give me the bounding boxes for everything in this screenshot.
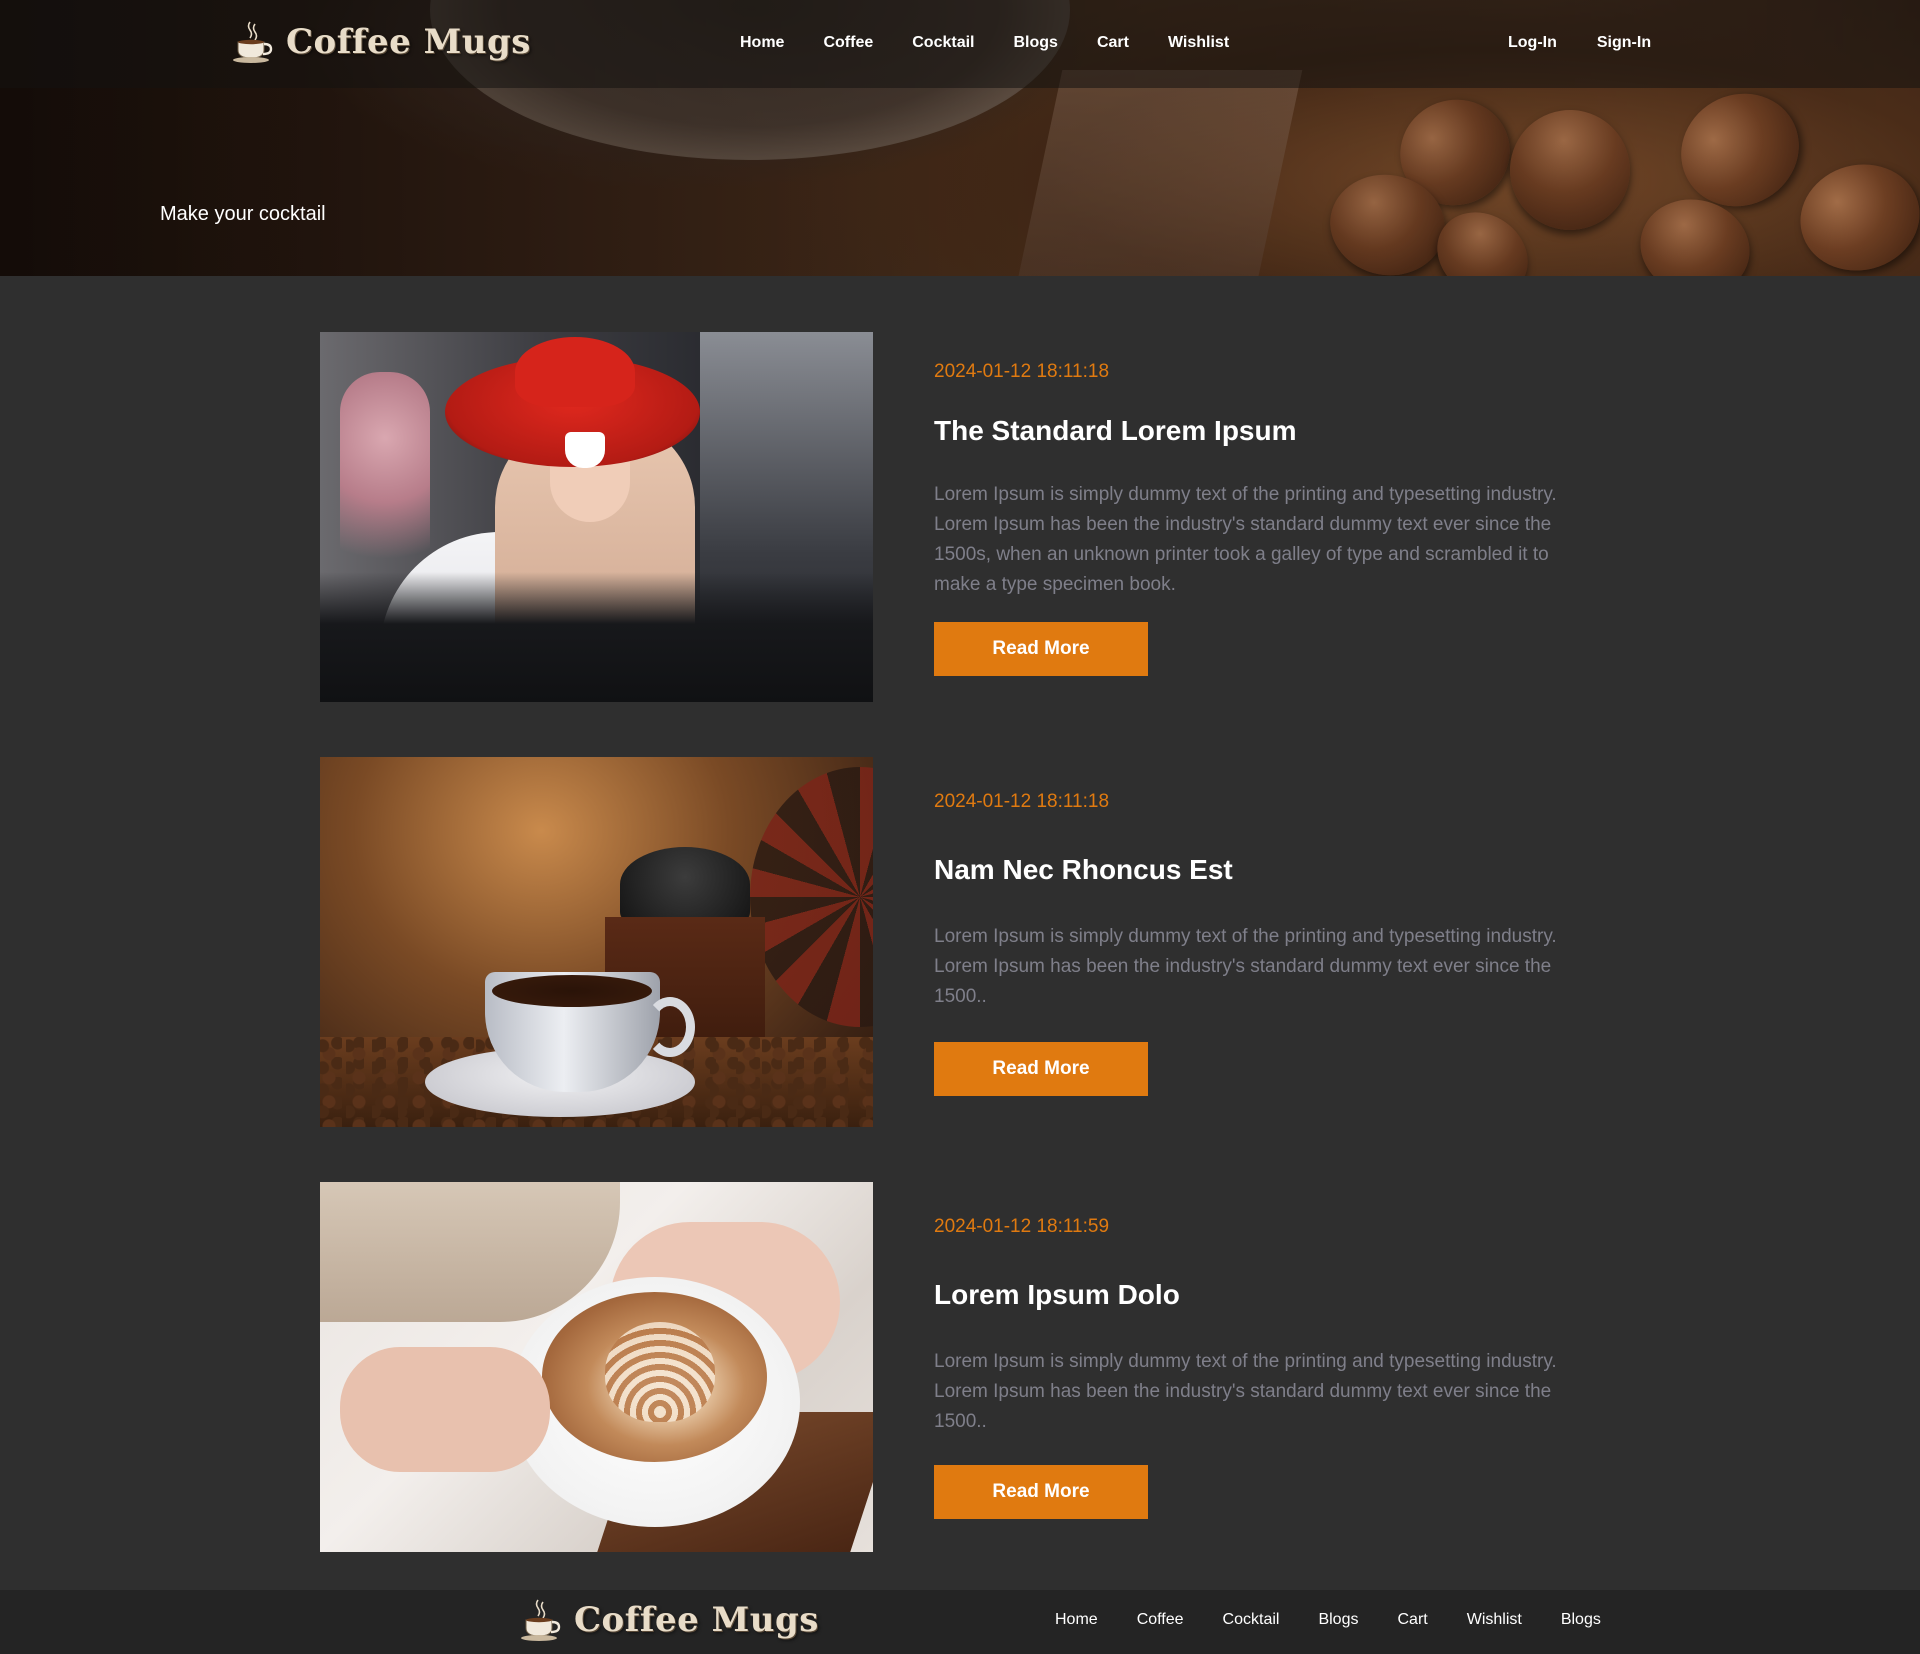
coffee-cup-icon (233, 21, 273, 63)
footer-link-blogs[interactable]: Blogs (1318, 1611, 1358, 1629)
post-image-woman-drinking-coffee[interactable] (320, 332, 873, 702)
read-more-button[interactable]: Read More (934, 1042, 1148, 1096)
read-more-button[interactable]: Read More (934, 622, 1148, 676)
blog-post: 2024-01-12 18:11:18 Nam Nec Rhoncus Est … (320, 757, 1600, 1127)
post-date: 2024-01-12 18:11:18 (934, 791, 1110, 812)
blog-post: 2024-01-12 18:11:18 The Standard Lorem I… (320, 332, 1600, 702)
nav-cocktail[interactable]: Cocktail (912, 34, 974, 52)
post-excerpt: Lorem Ipsum is simply dummy text of the … (934, 1351, 1557, 1432)
footer-link-blogs-2[interactable]: Blogs (1561, 1611, 1601, 1629)
footer-link-cocktail[interactable]: Cocktail (1223, 1611, 1280, 1629)
footer-link-home[interactable]: Home (1055, 1611, 1098, 1629)
footer-link-coffee[interactable]: Coffee (1137, 1611, 1184, 1629)
hero-title: Make your cocktail (160, 203, 326, 225)
nav-cart[interactable]: Cart (1097, 34, 1129, 52)
footer-link-wishlist[interactable]: Wishlist (1467, 1611, 1522, 1629)
post-image-latte-in-hands[interactable] (320, 1182, 873, 1552)
post-title[interactable]: Nam Nec Rhoncus Est (934, 854, 1233, 886)
main-nav: Home Coffee Cocktail Blogs Cart Wishlist (740, 34, 1268, 52)
footer-link-cart[interactable]: Cart (1397, 1611, 1427, 1629)
signin-link[interactable]: Sign-In (1597, 34, 1651, 52)
hero-banner: Coffee Mugs Home Coffee Cocktail Blogs C… (0, 0, 1920, 276)
read-more-button[interactable]: Read More (934, 1465, 1148, 1519)
footer-nav: Home Coffee Cocktail Blogs Cart Wishlist… (1055, 1611, 1640, 1629)
top-navbar: Coffee Mugs Home Coffee Cocktail Blogs C… (0, 0, 1920, 88)
post-excerpt: Lorem Ipsum is simply dummy text of the … (934, 926, 1557, 1007)
brand-logo[interactable]: Coffee Mugs (230, 20, 531, 64)
blog-post: 2024-01-12 18:11:59 Lorem Ipsum Dolo Lor… (320, 1182, 1600, 1552)
nav-blogs[interactable]: Blogs (1013, 34, 1057, 52)
brand-name: Coffee Mugs (286, 22, 531, 62)
footer-brand-logo[interactable]: Coffee Mugs (518, 1598, 819, 1642)
post-date: 2024-01-12 18:11:59 (934, 1216, 1110, 1237)
login-link[interactable]: Log-In (1508, 34, 1557, 52)
nav-home[interactable]: Home (740, 34, 784, 52)
post-date: 2024-01-12 18:11:18 (934, 361, 1110, 382)
auth-links: Log-In Sign-In (1508, 34, 1651, 52)
post-excerpt: Lorem Ipsum is simply dummy text of the … (934, 484, 1557, 595)
footer-brand-name: Coffee Mugs (574, 1600, 819, 1640)
post-title[interactable]: The Standard Lorem Ipsum (934, 415, 1297, 447)
post-image-coffee-cup-grinder[interactable] (320, 757, 873, 1127)
footer: Coffee Mugs Home Coffee Cocktail Blogs C… (0, 1590, 1920, 1654)
nav-coffee[interactable]: Coffee (823, 34, 873, 52)
coffee-cup-icon (521, 1599, 561, 1641)
nav-wishlist[interactable]: Wishlist (1168, 34, 1229, 52)
post-title[interactable]: Lorem Ipsum Dolo (934, 1279, 1180, 1311)
